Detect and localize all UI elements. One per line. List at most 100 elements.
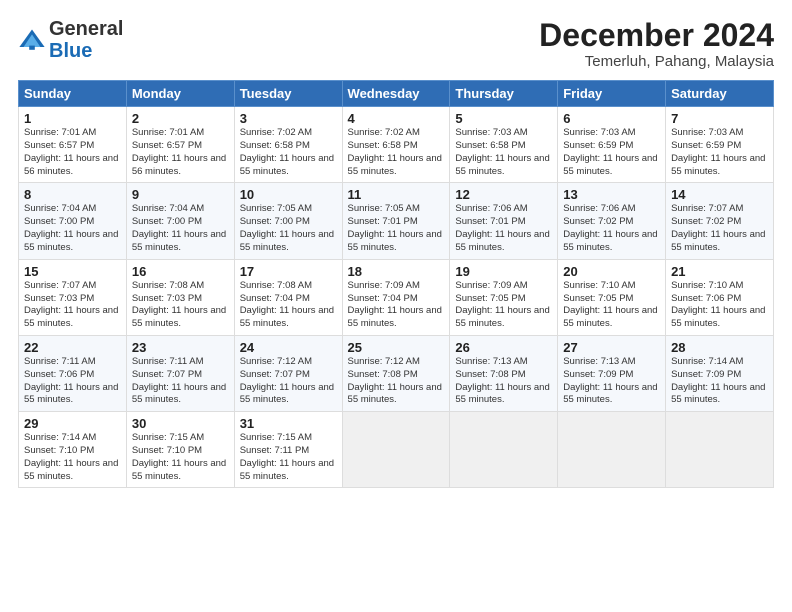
day-cell: 19 Sunrise: 7:09 AMSunset: 7:05 PMDaylig… xyxy=(450,259,558,335)
header-row: SundayMondayTuesdayWednesdayThursdayFrid… xyxy=(19,81,774,107)
logo-icon xyxy=(18,26,46,54)
day-detail: Sunrise: 7:12 AMSunset: 7:07 PMDaylight:… xyxy=(240,356,334,405)
day-cell: 2 Sunrise: 7:01 AMSunset: 6:57 PMDayligh… xyxy=(126,107,234,183)
col-header-saturday: Saturday xyxy=(666,81,774,107)
day-detail: Sunrise: 7:04 AMSunset: 7:00 PMDaylight:… xyxy=(132,203,226,252)
day-cell: 3 Sunrise: 7:02 AMSunset: 6:58 PMDayligh… xyxy=(234,107,342,183)
day-detail: Sunrise: 7:11 AMSunset: 7:06 PMDaylight:… xyxy=(24,356,118,405)
week-row-5: 29 Sunrise: 7:14 AMSunset: 7:10 PMDaylig… xyxy=(19,412,774,488)
day-detail: Sunrise: 7:13 AMSunset: 7:09 PMDaylight:… xyxy=(563,356,657,405)
day-cell: 22 Sunrise: 7:11 AMSunset: 7:06 PMDaylig… xyxy=(19,335,127,411)
logo: General Blue xyxy=(18,18,123,62)
month-title: December 2024 xyxy=(539,18,774,53)
day-detail: Sunrise: 7:03 AMSunset: 6:59 PMDaylight:… xyxy=(671,127,765,176)
day-number: 16 xyxy=(132,264,229,279)
day-number: 19 xyxy=(455,264,552,279)
day-detail: Sunrise: 7:02 AMSunset: 6:58 PMDaylight:… xyxy=(348,127,442,176)
day-cell: 29 Sunrise: 7:14 AMSunset: 7:10 PMDaylig… xyxy=(19,412,127,488)
week-row-2: 8 Sunrise: 7:04 AMSunset: 7:00 PMDayligh… xyxy=(19,183,774,259)
day-number: 14 xyxy=(671,187,768,202)
day-cell: 7 Sunrise: 7:03 AMSunset: 6:59 PMDayligh… xyxy=(666,107,774,183)
day-detail: Sunrise: 7:05 AMSunset: 7:00 PMDaylight:… xyxy=(240,203,334,252)
day-number: 23 xyxy=(132,340,229,355)
day-number: 26 xyxy=(455,340,552,355)
day-number: 28 xyxy=(671,340,768,355)
day-cell: 4 Sunrise: 7:02 AMSunset: 6:58 PMDayligh… xyxy=(342,107,450,183)
day-number: 24 xyxy=(240,340,337,355)
day-detail: Sunrise: 7:01 AMSunset: 6:57 PMDaylight:… xyxy=(132,127,226,176)
day-number: 3 xyxy=(240,111,337,126)
day-cell: 21 Sunrise: 7:10 AMSunset: 7:06 PMDaylig… xyxy=(666,259,774,335)
day-number: 20 xyxy=(563,264,660,279)
day-cell: 31 Sunrise: 7:15 AMSunset: 7:11 PMDaylig… xyxy=(234,412,342,488)
day-detail: Sunrise: 7:08 AMSunset: 7:03 PMDaylight:… xyxy=(132,280,226,329)
col-header-friday: Friday xyxy=(558,81,666,107)
day-cell xyxy=(666,412,774,488)
day-cell: 13 Sunrise: 7:06 AMSunset: 7:02 PMDaylig… xyxy=(558,183,666,259)
day-cell: 5 Sunrise: 7:03 AMSunset: 6:58 PMDayligh… xyxy=(450,107,558,183)
day-cell: 8 Sunrise: 7:04 AMSunset: 7:00 PMDayligh… xyxy=(19,183,127,259)
day-detail: Sunrise: 7:10 AMSunset: 7:06 PMDaylight:… xyxy=(671,280,765,329)
day-number: 29 xyxy=(24,416,121,431)
day-cell: 20 Sunrise: 7:10 AMSunset: 7:05 PMDaylig… xyxy=(558,259,666,335)
day-cell: 14 Sunrise: 7:07 AMSunset: 7:02 PMDaylig… xyxy=(666,183,774,259)
day-number: 25 xyxy=(348,340,445,355)
day-cell: 10 Sunrise: 7:05 AMSunset: 7:00 PMDaylig… xyxy=(234,183,342,259)
day-number: 1 xyxy=(24,111,121,126)
day-detail: Sunrise: 7:06 AMSunset: 7:02 PMDaylight:… xyxy=(563,203,657,252)
week-row-3: 15 Sunrise: 7:07 AMSunset: 7:03 PMDaylig… xyxy=(19,259,774,335)
day-number: 6 xyxy=(563,111,660,126)
day-cell xyxy=(450,412,558,488)
day-cell: 30 Sunrise: 7:15 AMSunset: 7:10 PMDaylig… xyxy=(126,412,234,488)
day-detail: Sunrise: 7:09 AMSunset: 7:05 PMDaylight:… xyxy=(455,280,549,329)
header: General Blue December 2024 Temerluh, Pah… xyxy=(18,18,774,70)
day-number: 8 xyxy=(24,187,121,202)
day-number: 21 xyxy=(671,264,768,279)
day-number: 15 xyxy=(24,264,121,279)
day-detail: Sunrise: 7:12 AMSunset: 7:08 PMDaylight:… xyxy=(348,356,442,405)
day-detail: Sunrise: 7:14 AMSunset: 7:10 PMDaylight:… xyxy=(24,432,118,481)
day-cell: 6 Sunrise: 7:03 AMSunset: 6:59 PMDayligh… xyxy=(558,107,666,183)
day-detail: Sunrise: 7:05 AMSunset: 7:01 PMDaylight:… xyxy=(348,203,442,252)
day-detail: Sunrise: 7:07 AMSunset: 7:02 PMDaylight:… xyxy=(671,203,765,252)
day-number: 10 xyxy=(240,187,337,202)
day-number: 9 xyxy=(132,187,229,202)
day-detail: Sunrise: 7:04 AMSunset: 7:00 PMDaylight:… xyxy=(24,203,118,252)
day-cell: 23 Sunrise: 7:11 AMSunset: 7:07 PMDaylig… xyxy=(126,335,234,411)
day-cell: 12 Sunrise: 7:06 AMSunset: 7:01 PMDaylig… xyxy=(450,183,558,259)
day-number: 5 xyxy=(455,111,552,126)
day-detail: Sunrise: 7:06 AMSunset: 7:01 PMDaylight:… xyxy=(455,203,549,252)
day-cell: 18 Sunrise: 7:09 AMSunset: 7:04 PMDaylig… xyxy=(342,259,450,335)
day-cell: 9 Sunrise: 7:04 AMSunset: 7:00 PMDayligh… xyxy=(126,183,234,259)
page: General Blue December 2024 Temerluh, Pah… xyxy=(0,0,792,498)
day-cell: 16 Sunrise: 7:08 AMSunset: 7:03 PMDaylig… xyxy=(126,259,234,335)
day-number: 27 xyxy=(563,340,660,355)
col-header-tuesday: Tuesday xyxy=(234,81,342,107)
day-cell: 17 Sunrise: 7:08 AMSunset: 7:04 PMDaylig… xyxy=(234,259,342,335)
location-subtitle: Temerluh, Pahang, Malaysia xyxy=(539,53,774,70)
day-number: 31 xyxy=(240,416,337,431)
day-detail: Sunrise: 7:10 AMSunset: 7:05 PMDaylight:… xyxy=(563,280,657,329)
day-detail: Sunrise: 7:03 AMSunset: 6:59 PMDaylight:… xyxy=(563,127,657,176)
logo-general: General xyxy=(49,18,123,40)
day-number: 7 xyxy=(671,111,768,126)
logo-text: General Blue xyxy=(49,18,123,62)
day-detail: Sunrise: 7:02 AMSunset: 6:58 PMDaylight:… xyxy=(240,127,334,176)
day-cell xyxy=(342,412,450,488)
day-number: 30 xyxy=(132,416,229,431)
day-detail: Sunrise: 7:13 AMSunset: 7:08 PMDaylight:… xyxy=(455,356,549,405)
col-header-thursday: Thursday xyxy=(450,81,558,107)
day-detail: Sunrise: 7:01 AMSunset: 6:57 PMDaylight:… xyxy=(24,127,118,176)
day-number: 11 xyxy=(348,187,445,202)
day-detail: Sunrise: 7:07 AMSunset: 7:03 PMDaylight:… xyxy=(24,280,118,329)
day-number: 17 xyxy=(240,264,337,279)
day-cell: 25 Sunrise: 7:12 AMSunset: 7:08 PMDaylig… xyxy=(342,335,450,411)
day-number: 13 xyxy=(563,187,660,202)
day-number: 4 xyxy=(348,111,445,126)
calendar-table: SundayMondayTuesdayWednesdayThursdayFrid… xyxy=(18,80,774,488)
day-detail: Sunrise: 7:14 AMSunset: 7:09 PMDaylight:… xyxy=(671,356,765,405)
day-cell: 15 Sunrise: 7:07 AMSunset: 7:03 PMDaylig… xyxy=(19,259,127,335)
day-detail: Sunrise: 7:15 AMSunset: 7:10 PMDaylight:… xyxy=(132,432,226,481)
week-row-4: 22 Sunrise: 7:11 AMSunset: 7:06 PMDaylig… xyxy=(19,335,774,411)
day-cell: 24 Sunrise: 7:12 AMSunset: 7:07 PMDaylig… xyxy=(234,335,342,411)
